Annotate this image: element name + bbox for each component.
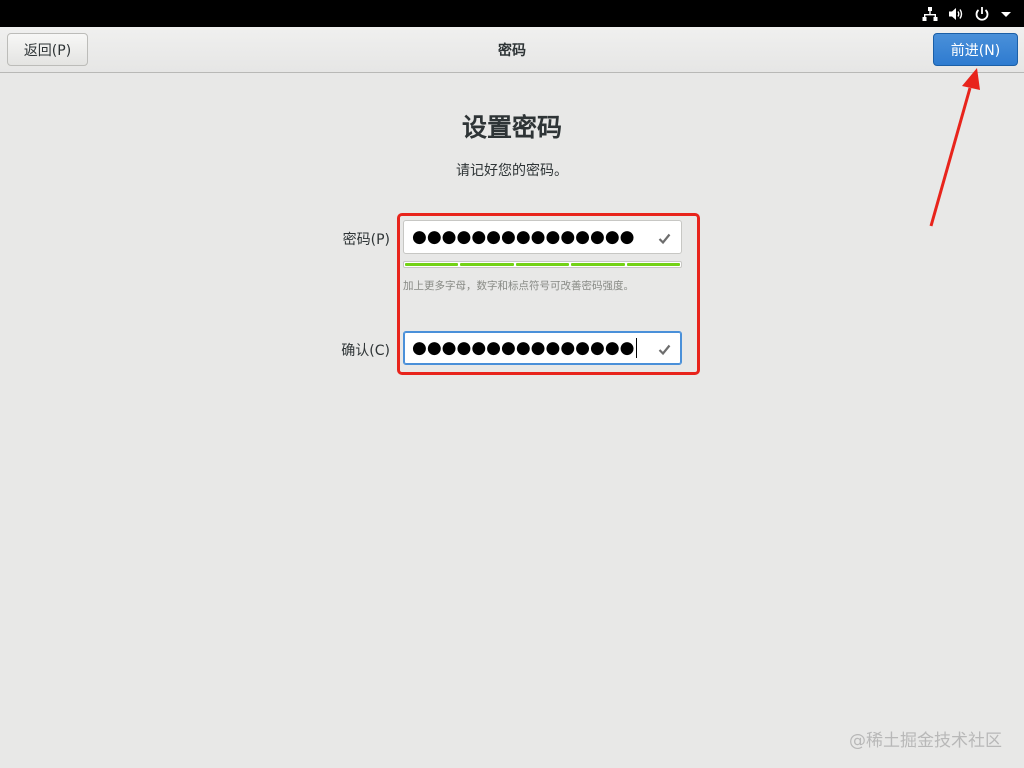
network-icon[interactable]: [922, 6, 938, 22]
password-label: 密码(P): [342, 232, 390, 248]
dropdown-arrow-icon[interactable]: [1000, 6, 1012, 22]
volume-icon[interactable]: [948, 6, 964, 22]
header-bar: 密码 返回(P) 前进(N): [0, 27, 1024, 73]
page-title: 设置密码: [461, 113, 562, 142]
power-icon[interactable]: [974, 6, 990, 22]
confirm-label: 确认(C): [341, 343, 390, 359]
system-top-bar: [0, 0, 1024, 27]
next-button[interactable]: 前进(N): [933, 33, 1018, 66]
page-subtitle: 请记好您的密码。: [456, 163, 568, 179]
back-button[interactable]: 返回(P): [7, 33, 88, 66]
header-title: 密码: [498, 43, 526, 59]
annotation-highlight-box: [397, 213, 700, 375]
watermark: @稀土掘金技术社区: [849, 731, 1002, 751]
system-tray[interactable]: [922, 4, 1012, 24]
